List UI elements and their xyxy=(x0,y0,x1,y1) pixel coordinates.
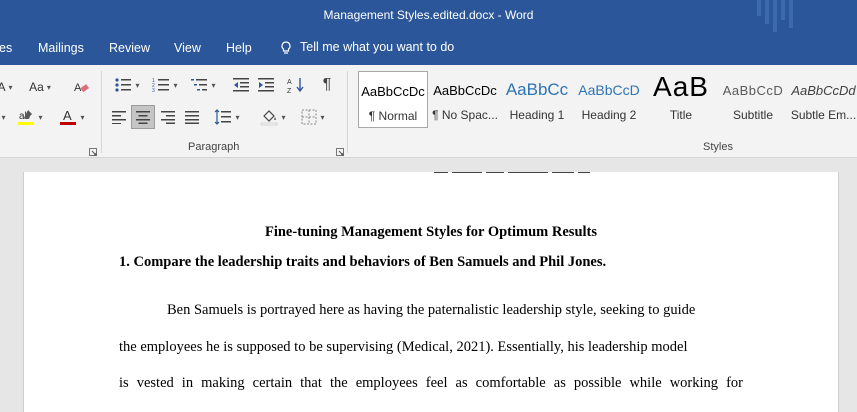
dialog-launcher-icon xyxy=(336,148,344,156)
style-title[interactable]: AaB Title xyxy=(646,71,716,128)
window-title: Management Styles.edited.docx - Word xyxy=(323,8,534,22)
align-center-button[interactable] xyxy=(131,105,155,129)
tab-references[interactable]: es xyxy=(0,41,12,55)
group-separator xyxy=(347,71,348,153)
decrease-indent-icon xyxy=(233,78,249,92)
font-color-icon: A xyxy=(60,108,77,125)
style-sample: AaBbCcDc xyxy=(433,83,497,98)
style-subtitle[interactable]: AaBbCcD Subtitle xyxy=(718,71,788,128)
tab-help[interactable]: Help xyxy=(226,41,252,55)
style-normal[interactable]: AaBbCcDc ¶ Normal xyxy=(358,71,428,128)
clear-formatting-button[interactable]: A xyxy=(71,77,91,97)
paragraph-line: the employees he is supposed to be super… xyxy=(119,339,688,355)
document-title: Fine-tuning Management Styles for Optimu… xyxy=(264,224,598,240)
style-sample: AaB xyxy=(653,71,709,102)
sort-button[interactable]: AZ xyxy=(285,75,307,95)
document-canvas: Fine-tuning Management Styles for Optimu… xyxy=(0,158,857,412)
sort-icon: AZ xyxy=(287,78,304,94)
multilevel-list-icon xyxy=(191,79,208,91)
svg-text:3: 3 xyxy=(152,88,155,93)
style-sample: AaBbCcDc xyxy=(361,84,425,99)
tab-view[interactable]: View xyxy=(174,41,201,55)
numbering-icon: 123 xyxy=(152,78,170,93)
style-name: Heading 1 xyxy=(509,108,565,122)
font-size-shrink-button[interactable]: A ▾ xyxy=(0,77,13,97)
tell-me-search[interactable]: Tell me what you want to do xyxy=(280,40,454,55)
title-bar-pattern xyxy=(757,0,817,32)
justify-icon xyxy=(185,111,199,124)
ribbon: A▾ Aa▾ A ▾ ab▾ A▾ ▾ 123▾ ▾ AZ ¶ ▾ xyxy=(0,65,857,158)
style-sample: AaBbCc xyxy=(505,80,569,99)
previous-line-fragment xyxy=(434,172,654,177)
tab-review[interactable]: Review xyxy=(109,41,150,55)
highlighter-icon: ab xyxy=(18,110,35,125)
change-case-label: Aa xyxy=(29,80,44,94)
ribbon-tabs: es Mailings Review View Help Tell me wha… xyxy=(0,32,857,65)
paragraph-dialog-launcher[interactable] xyxy=(336,143,344,156)
document-page[interactable]: Fine-tuning Management Styles for Optimu… xyxy=(23,172,839,412)
clear-formatting-icon: A xyxy=(74,82,89,94)
style-no-spacing[interactable]: AaBbCcDc ¶ No Spac... xyxy=(430,71,500,128)
paragraph-line: Ben Samuels is portrayed here as having … xyxy=(167,302,696,318)
style-sample: AaBbCcDd xyxy=(791,83,856,98)
multilevel-list-button[interactable]: ▾ xyxy=(186,75,220,95)
style-name: Subtle Em... xyxy=(790,108,857,122)
svg-text:A: A xyxy=(287,79,292,86)
justify-button[interactable] xyxy=(181,107,203,127)
shading-button[interactable]: ▾ xyxy=(256,107,290,127)
style-name: ¶ No Spac... xyxy=(432,108,498,122)
align-right-button[interactable] xyxy=(157,107,179,127)
change-case-button[interactable]: Aa ▾ xyxy=(27,77,53,97)
align-left-button[interactable] xyxy=(108,107,130,127)
bullets-icon xyxy=(115,78,132,92)
increase-indent-icon xyxy=(258,78,274,92)
styles-group-label: Styles xyxy=(703,141,733,153)
bullets-button[interactable]: ▾ xyxy=(110,75,144,95)
line-spacing-button[interactable]: ▾ xyxy=(210,107,244,127)
paragraph-line: is vested in making certain that the emp… xyxy=(119,375,743,391)
style-heading-1[interactable]: AaBbCc Heading 1 xyxy=(502,71,572,128)
paragraph-group-label: Paragraph xyxy=(188,141,240,153)
style-name: Heading 2 xyxy=(581,108,637,122)
font-dialog-launcher[interactable] xyxy=(89,143,97,156)
styles-gallery: AaBbCcDc ¶ Normal AaBbCcDc ¶ No Spac... … xyxy=(358,71,857,129)
align-right-icon xyxy=(161,111,175,124)
decrease-indent-button[interactable] xyxy=(230,75,252,95)
style-heading-2[interactable]: AaBbCcD Heading 2 xyxy=(574,71,644,128)
svg-text:Z: Z xyxy=(287,88,292,94)
style-sample: AaBbCcD xyxy=(722,83,784,98)
font-dropdown-button[interactable]: ▾ xyxy=(0,107,8,127)
style-subtle-emphasis[interactable]: AaBbCcDd Subtle Em... xyxy=(790,71,857,128)
style-name: Title xyxy=(669,108,693,122)
tell-me-label: Tell me what you want to do xyxy=(300,40,455,54)
question-heading: 1. Compare the leadership traits and beh… xyxy=(119,254,607,270)
group-separator xyxy=(101,71,102,153)
pilcrow-icon: ¶ xyxy=(322,76,332,93)
borders-icon xyxy=(301,109,317,125)
title-bar: Management Styles.edited.docx - Word xyxy=(0,0,857,32)
align-center-icon xyxy=(136,111,150,124)
increase-indent-button[interactable] xyxy=(255,75,277,95)
font-color-button[interactable]: A ▾ xyxy=(56,107,88,127)
line-spacing-icon xyxy=(215,109,232,125)
numbering-button[interactable]: 1 2 3 ▾ xyxy=(148,75,182,95)
style-name: Subtitle xyxy=(732,108,774,122)
text-highlight-button[interactable]: ab ▾ xyxy=(16,107,44,127)
tab-mailings[interactable]: Mailings xyxy=(38,41,84,55)
style-sample: AaBbCcD xyxy=(578,82,640,98)
paint-bucket-icon xyxy=(261,110,278,126)
svg-text:A: A xyxy=(63,108,72,123)
style-name: ¶ Normal xyxy=(368,109,418,123)
align-left-icon xyxy=(112,111,126,124)
lightbulb-icon xyxy=(281,41,291,54)
show-formatting-button[interactable]: ¶ xyxy=(316,75,338,95)
dialog-launcher-icon xyxy=(89,148,97,156)
borders-button[interactable]: ▾ xyxy=(296,107,330,127)
